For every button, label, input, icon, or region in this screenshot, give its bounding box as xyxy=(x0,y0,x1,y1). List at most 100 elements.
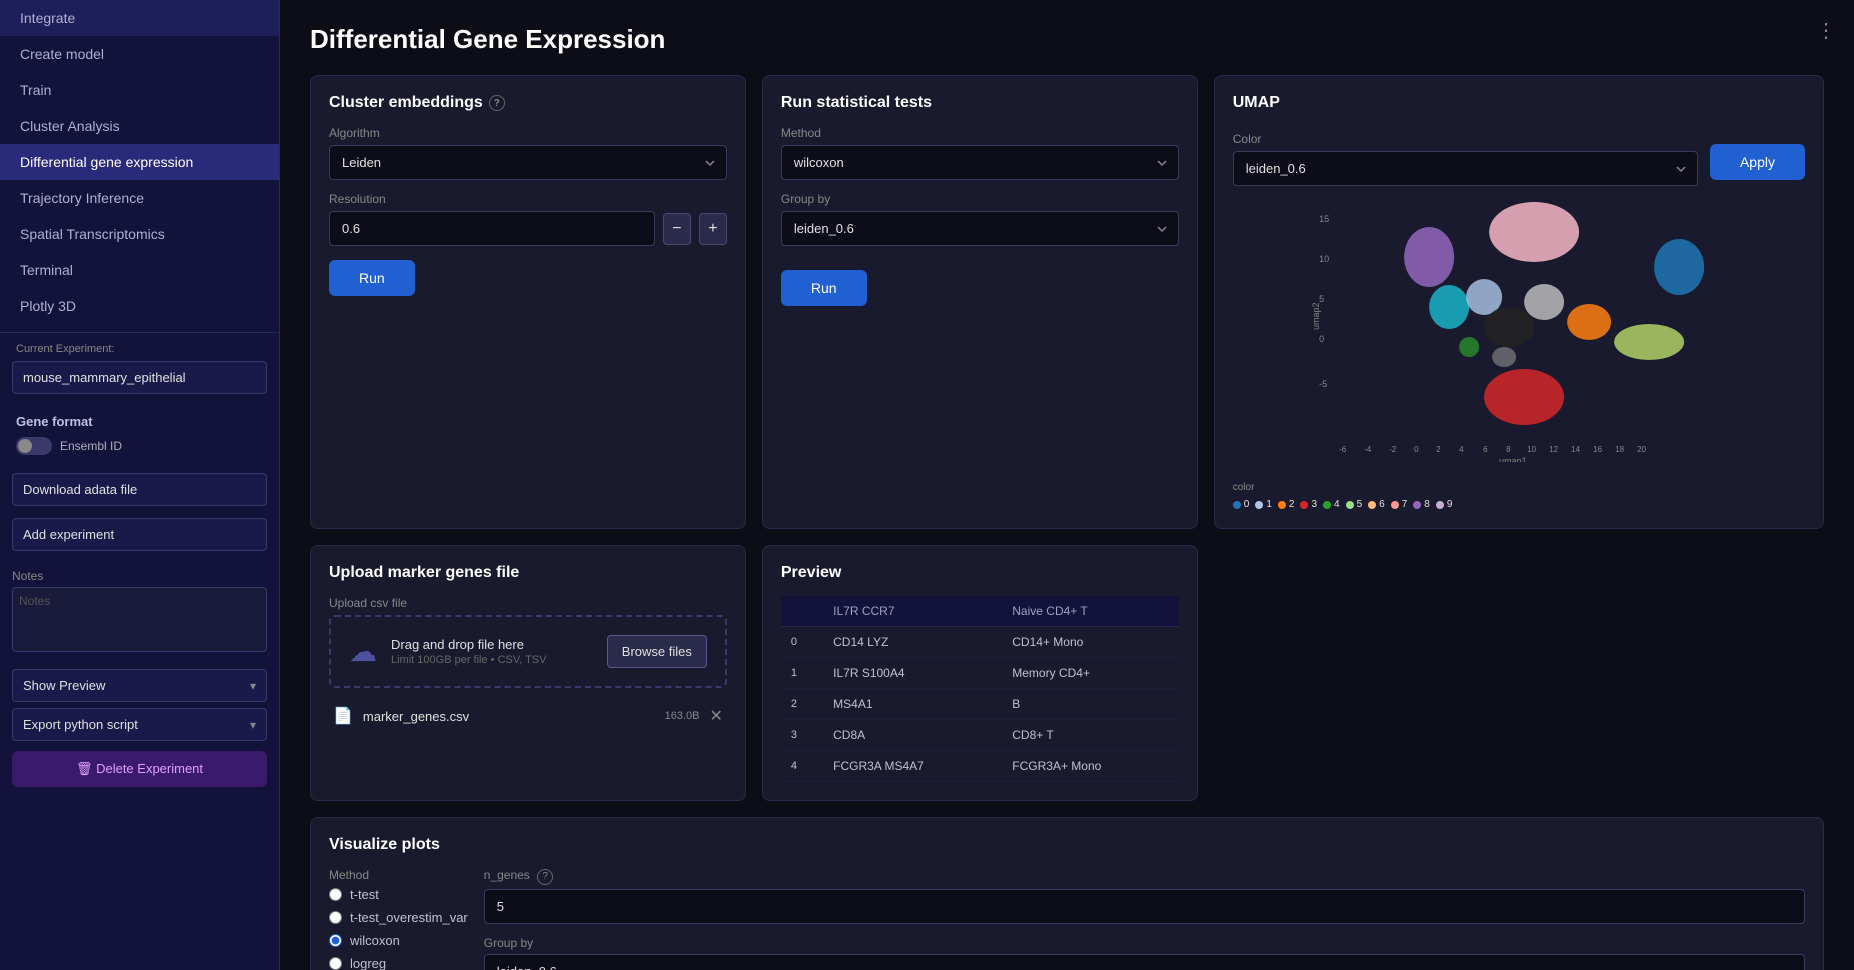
radio-item-wilcoxon[interactable]: wilcoxon xyxy=(329,933,468,948)
legend-item-9: 9 xyxy=(1436,499,1453,510)
more-options-button[interactable]: ⋮ xyxy=(1812,14,1840,47)
preview-col3-header: Naive CD4+ T xyxy=(1002,596,1178,627)
algorithm-label: Algorithm xyxy=(329,126,727,140)
export-row[interactable]: Export python script ▾ xyxy=(12,708,267,741)
row-num: 1 xyxy=(781,658,823,689)
page-title: Differential Gene Expression xyxy=(310,24,1824,55)
svg-text:10: 10 xyxy=(1527,445,1536,454)
sidebar-nav: IntegrateCreate modelTrainCluster Analys… xyxy=(0,0,279,324)
umap-panel: UMAP Color leiden_0.6 Apply 15 10 5 0 xyxy=(1214,75,1824,529)
legend-item-6: 6 xyxy=(1368,499,1385,510)
svg-text:15: 15 xyxy=(1319,214,1329,224)
row-num: 2 xyxy=(781,689,823,720)
legend-item-5: 5 xyxy=(1346,499,1363,510)
sidebar-item-train[interactable]: Train xyxy=(0,72,279,108)
n-genes-info-icon[interactable]: ? xyxy=(537,869,553,885)
umap-spacer xyxy=(1214,545,1824,801)
experiment-select[interactable]: mouse_mammary_epithelial xyxy=(12,361,267,394)
svg-text:2: 2 xyxy=(1436,445,1441,454)
dropzone[interactable]: ☁ Drag and drop file here Limit 100GB pe… xyxy=(329,615,727,688)
add-experiment-select[interactable]: Add experiment xyxy=(12,518,267,551)
svg-text:0: 0 xyxy=(1319,334,1324,344)
sidebar-item-spatial-transcriptomics[interactable]: Spatial Transcriptomics xyxy=(0,216,279,252)
row-col3: B xyxy=(1002,689,1178,720)
current-experiment-label: Current Experiment: xyxy=(0,337,279,357)
n-genes-input[interactable] xyxy=(484,889,1805,924)
row-col3: CD8+ T xyxy=(1002,720,1178,751)
visualize-grid: Method t-test t-test_overestim_var wilco… xyxy=(329,868,1805,970)
sidebar-item-cluster-analysis[interactable]: Cluster Analysis xyxy=(0,108,279,144)
bottom-row: Upload marker genes file Upload csv file… xyxy=(310,545,1824,801)
resolution-increase-button[interactable]: + xyxy=(699,213,727,245)
legend-item-0: 0 xyxy=(1233,499,1250,510)
apply-button[interactable]: Apply xyxy=(1710,144,1805,180)
vis-group-by-select[interactable]: leiden_0.6 xyxy=(484,954,1805,970)
vis-method-label: Method xyxy=(329,868,468,882)
row-num: 4 xyxy=(781,751,823,782)
umap-color-select[interactable]: leiden_0.6 xyxy=(1233,151,1698,186)
sidebar-item-create-model[interactable]: Create model xyxy=(0,36,279,72)
svg-text:-4: -4 xyxy=(1364,445,1372,454)
upload-panel: Upload marker genes file Upload csv file… xyxy=(310,545,746,801)
sidebar-item-integrate[interactable]: Integrate xyxy=(0,0,279,36)
table-row: 3 CD8A CD8+ T xyxy=(781,720,1179,751)
preview-tbody: 0 CD14 LYZ CD14+ Mono 1 IL7R S100A4 Memo… xyxy=(781,627,1179,782)
delete-experiment-button[interactable]: 🗑 Delete Experiment xyxy=(12,751,267,787)
export-label: Export python script xyxy=(23,717,138,732)
drag-drop-text: Drag and drop file here xyxy=(391,637,593,652)
table-row: 1 IL7R S100A4 Memory CD4+ xyxy=(781,658,1179,689)
vis-group-by-label: Group by xyxy=(484,936,1805,950)
svg-text:16: 16 xyxy=(1593,445,1602,454)
sidebar-item-trajectory-inference[interactable]: Trajectory Inference xyxy=(0,180,279,216)
notes-label: Notes xyxy=(12,569,267,583)
umap-legend: 0123456789 xyxy=(1233,499,1805,510)
svg-text:umap1: umap1 xyxy=(1499,456,1527,462)
statistical-tests-panel: Run statistical tests Method wilcoxon Gr… xyxy=(762,75,1198,529)
stat-method-select[interactable]: wilcoxon xyxy=(781,145,1179,180)
ensembl-toggle[interactable] xyxy=(16,437,52,455)
row-col2: IL7R S100A4 xyxy=(823,658,1002,689)
radio-input-wilcoxon[interactable] xyxy=(329,934,342,947)
row-col2: CD8A xyxy=(823,720,1002,751)
top-row: Cluster embeddings ? Algorithm Leiden Re… xyxy=(310,75,1824,529)
stat-group-by-select[interactable]: leiden_0.6 xyxy=(781,211,1179,246)
table-row: 2 MS4A1 B xyxy=(781,689,1179,720)
radio-item-logreg[interactable]: logreg xyxy=(329,956,468,970)
preview-col1-header xyxy=(781,596,823,627)
sidebar-item-differential-gene-expression[interactable]: Differential gene expression xyxy=(0,144,279,180)
sidebar-item-plotly-3d[interactable]: Plotly 3D xyxy=(0,288,279,324)
preview-col2-header: IL7R CCR7 xyxy=(823,596,1002,627)
sidebar: IntegrateCreate modelTrainCluster Analys… xyxy=(0,0,280,970)
legend-item-8: 8 xyxy=(1413,499,1430,510)
resolution-decrease-button[interactable]: − xyxy=(663,213,691,245)
preview-table: IL7R CCR7 Naive CD4+ T 0 CD14 LYZ CD14+ … xyxy=(781,596,1179,782)
row-col2: FCGR3A MS4A7 xyxy=(823,751,1002,782)
legend-item-4: 4 xyxy=(1323,499,1340,510)
browse-files-button[interactable]: Browse files xyxy=(607,635,707,668)
file-size: 163.0B xyxy=(665,710,700,722)
cluster-run-button[interactable]: Run xyxy=(329,260,415,296)
radio-item-t-test_overestim_var[interactable]: t-test_overestim_var xyxy=(329,910,468,925)
notes-textarea[interactable] xyxy=(12,587,267,652)
sidebar-item-terminal[interactable]: Terminal xyxy=(0,252,279,288)
upload-csv-label: Upload csv file xyxy=(329,596,727,610)
resolution-input[interactable] xyxy=(329,211,655,246)
show-preview-row[interactable]: Show Preview ▾ xyxy=(12,669,267,702)
stat-method-label: Method xyxy=(781,126,1179,140)
umap-legend-title: color xyxy=(1233,482,1805,493)
radio-input-t-test[interactable] xyxy=(329,888,342,901)
preview-panel: Preview IL7R CCR7 Naive CD4+ T 0 CD14 LY… xyxy=(762,545,1198,801)
download-select[interactable]: Download adata file xyxy=(12,473,267,506)
file-remove-button[interactable]: ✕ xyxy=(709,706,722,726)
row-num: 0 xyxy=(781,627,823,658)
algorithm-select[interactable]: Leiden xyxy=(329,145,727,180)
stat-run-button[interactable]: Run xyxy=(781,270,867,306)
radio-item-t-test[interactable]: t-test xyxy=(329,887,468,902)
radio-input-t-test_overestim_var[interactable] xyxy=(329,911,342,924)
radio-input-logreg[interactable] xyxy=(329,957,342,970)
svg-text:4: 4 xyxy=(1459,445,1464,454)
svg-text:10: 10 xyxy=(1319,254,1329,264)
vis-radio-group: t-test t-test_overestim_var wilcoxon log… xyxy=(329,887,468,970)
cluster-embeddings-info-icon[interactable]: ? xyxy=(489,95,505,111)
limit-text: Limit 100GB per file • CSV, TSV xyxy=(391,654,593,666)
